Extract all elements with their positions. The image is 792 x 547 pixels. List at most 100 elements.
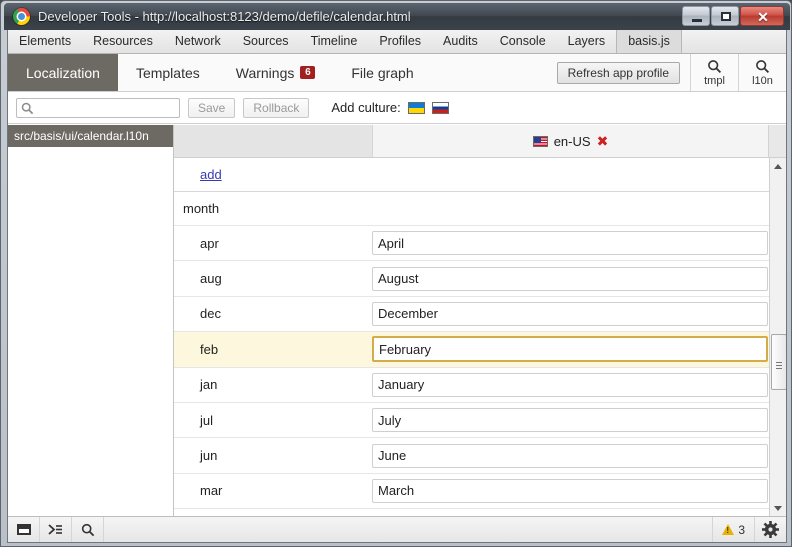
delete-culture-icon[interactable]: ✖	[597, 134, 609, 148]
tab-elements[interactable]: Elements	[8, 30, 82, 53]
scroll-thumb-grip-icon	[776, 361, 782, 363]
search-status-button[interactable]	[72, 517, 104, 542]
minimize-icon	[692, 19, 702, 22]
search-icon	[708, 59, 722, 73]
translation-input[interactable]	[372, 231, 768, 256]
subtab-templates-label: Templates	[135, 64, 200, 81]
row-key: jun	[200, 448, 218, 464]
status-bar: 3	[8, 516, 786, 542]
table-row: aug	[174, 261, 786, 297]
search-input[interactable]	[37, 98, 177, 119]
tab-console[interactable]: Console	[489, 30, 557, 53]
maximize-button[interactable]	[711, 6, 739, 26]
search-icon	[81, 523, 94, 536]
tab-network[interactable]: Network	[164, 30, 232, 53]
translation-rows: add month apr aug	[174, 158, 786, 516]
chevron-up-icon	[774, 163, 782, 169]
sidebar-item-calendar-l10n[interactable]: src/basis/ui/calendar.l10n	[8, 125, 173, 147]
window-controls: ✕	[682, 6, 784, 27]
maximize-icon	[721, 12, 731, 21]
table-row: jan	[174, 368, 786, 403]
table-row: apr	[174, 226, 786, 262]
l10n-search-button[interactable]: l10n	[738, 54, 786, 91]
toolbar-right-group: Refresh app profile tmpl l10n	[547, 54, 786, 91]
warning-status[interactable]: 3	[712, 517, 754, 542]
subtab-localization-label: Localization	[26, 64, 100, 81]
search-box[interactable]	[16, 97, 180, 119]
warning-triangle-icon	[722, 524, 735, 535]
translation-input[interactable]	[372, 443, 768, 468]
tab-timeline[interactable]: Timeline	[300, 30, 369, 53]
flag-ua-icon[interactable]	[407, 101, 425, 114]
translation-input[interactable]	[372, 478, 768, 503]
tab-resources[interactable]: Resources	[82, 30, 164, 53]
subtab-localization[interactable]: Localization	[8, 54, 118, 91]
subtab-templates[interactable]: Templates	[118, 54, 218, 91]
scroll-thumb[interactable]	[771, 334, 786, 390]
tab-sources[interactable]: Sources	[232, 30, 300, 53]
close-icon: ✕	[757, 9, 769, 25]
subtab-warnings[interactable]: Warnings 6	[218, 54, 334, 91]
table-row: dec	[174, 297, 786, 333]
row-value-cell	[372, 443, 786, 468]
console-prompt-icon	[48, 524, 62, 535]
row-value-cell	[372, 478, 786, 503]
close-button[interactable]: ✕	[740, 6, 784, 26]
culture-column-header: en-US ✖	[373, 125, 768, 157]
row-key: apr	[200, 235, 219, 251]
row-key: jan	[200, 377, 218, 393]
row-key: aug	[200, 271, 222, 287]
console-drawer-button[interactable]	[40, 517, 72, 542]
vertical-scrollbar[interactable]	[769, 158, 786, 516]
localization-table: en-US ✖ add month apr April aug August d…	[174, 125, 786, 516]
scroll-down-button[interactable]	[770, 500, 786, 516]
row-key: mar	[200, 483, 223, 499]
translation-input[interactable]	[372, 408, 768, 433]
save-button[interactable]: Save	[188, 97, 236, 118]
tab-layers[interactable]: Layers	[557, 30, 617, 53]
dock-position-button[interactable]	[8, 517, 40, 542]
refresh-app-profile-button[interactable]: Refresh app profile	[556, 61, 680, 84]
flag-ru-icon[interactable]	[431, 101, 449, 114]
row-value-cell	[372, 336, 786, 363]
table-row: jul	[174, 403, 786, 439]
dock-panel-icon	[16, 524, 31, 535]
add-link[interactable]: add	[174, 167, 222, 182]
table-row: jun	[174, 438, 786, 474]
flag-us-icon	[532, 135, 548, 147]
file-list-sidebar: src/basis/ui/calendar.l10n	[8, 125, 174, 516]
row-key: feb	[200, 341, 219, 357]
scroll-up-button[interactable]	[770, 158, 786, 174]
tab-basisjs[interactable]: basis.js	[616, 30, 682, 53]
settings-button[interactable]	[754, 517, 786, 542]
tmpl-search-button[interactable]: tmpl	[690, 54, 738, 91]
translation-input[interactable]	[372, 301, 768, 326]
culture-header-row: en-US ✖	[174, 125, 786, 158]
app-window: Developer Tools - http://localhost:8123/…	[0, 0, 792, 547]
translation-input[interactable]	[372, 266, 768, 291]
row-value-cell	[372, 408, 786, 433]
row-value-cell	[372, 301, 786, 326]
translation-input-focused[interactable]	[372, 336, 768, 363]
tmpl-search-label: tmpl	[704, 74, 725, 87]
row-value-cell	[372, 231, 786, 256]
rollback-button[interactable]: Rollback	[243, 97, 310, 118]
subtab-file-graph-label: File graph	[351, 64, 414, 81]
culture-name: en-US	[553, 133, 591, 149]
status-bar-right: 3	[712, 517, 786, 542]
subtab-file-graph[interactable]: File graph	[333, 54, 431, 91]
tab-audits[interactable]: Audits	[432, 30, 489, 53]
content-area: src/basis/ui/calendar.l10n en-US ✖ add m…	[8, 125, 786, 516]
devtools-panel: Elements Resources Network Sources Timel…	[7, 30, 787, 543]
chevron-down-icon	[774, 505, 782, 511]
group-row-month: month	[174, 192, 786, 226]
refresh-wrap: Refresh app profile	[547, 54, 690, 91]
translation-input[interactable]	[372, 372, 768, 397]
subtab-warnings-label: Warnings	[235, 64, 295, 81]
minimize-button[interactable]	[682, 6, 710, 26]
row-value-cell	[372, 372, 786, 397]
warning-count: 3	[738, 522, 745, 537]
l10n-search-label: l10n	[752, 74, 773, 87]
tab-profiles[interactable]: Profiles	[368, 30, 432, 53]
add-culture-label: Add culture:	[331, 100, 401, 115]
